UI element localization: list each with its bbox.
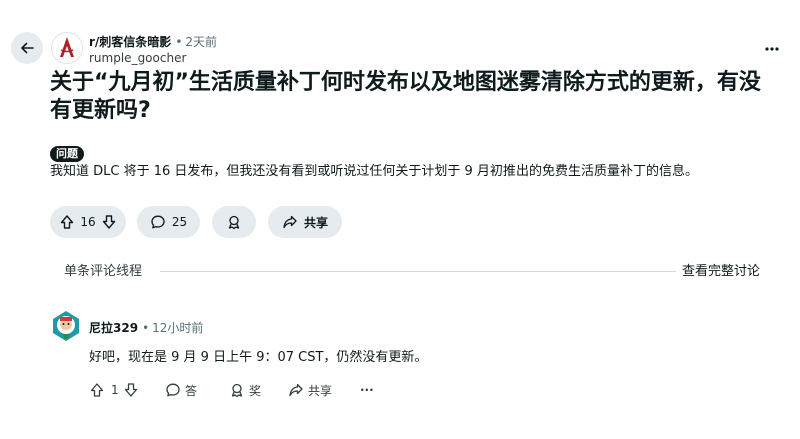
upvote-button[interactable] [56,214,78,230]
downvote-button[interactable] [98,214,120,230]
award-icon [231,383,243,398]
comment-upvote-button[interactable] [89,382,109,398]
downvote-icon [124,383,137,397]
comment-vote-count: 1 [111,383,119,397]
award-icon [228,215,240,230]
comment-avatar[interactable] [51,310,81,342]
subreddit-name[interactable]: r/刺客信条暗影 [89,35,171,49]
arrow-left-icon [21,42,34,54]
subreddit-avatar[interactable] [51,32,83,64]
comment-count: 25 [171,215,188,229]
assassin-emblem-icon [60,37,74,57]
view-full-discussion-link[interactable]: 查看完整讨论 [682,264,760,280]
comment-meta: 尼拉329 • 12小时前 [89,320,203,336]
comment-author[interactable]: 尼拉329 [89,321,138,335]
post-author[interactable]: rumple_goocher [89,50,186,66]
comment-bubble-icon [151,215,165,229]
vote-control: 16 [50,206,126,238]
award-label: 奖 [249,383,262,398]
more-dots-icon [765,47,779,51]
share-arrow-icon [289,383,303,397]
back-button[interactable] [11,32,43,64]
comments-button[interactable]: 25 [137,206,200,238]
thread-divider [160,271,676,272]
comment-downvote-button[interactable] [123,382,143,398]
reply-label: 答 [185,383,198,398]
upvote-icon [60,215,74,229]
avatar-character-icon [53,311,79,341]
comment-share-label: 共享 [308,383,333,398]
comment-text: 好吧，现在是 9 月 9 日上午 9：07 CST，仍然没有更新。 [89,350,428,365]
post-title: 关于“九月初”生活质量补丁何时发布以及地图迷雾清除方式的更新，有没有更新吗? [50,70,761,123]
upvote-icon [90,383,104,397]
post-meta: r/刺客信条暗影 • 2天前 [89,34,217,50]
comment-share-button[interactable]: 共享 [288,380,332,400]
meta-separator: • [175,35,183,49]
comment-reply-button[interactable]: 答 [165,380,197,400]
comment-award-button[interactable]: 奖 [229,380,261,400]
vote-count: 16 [80,215,96,229]
share-button[interactable]: 共享 [268,206,342,238]
comment-vote-control: 1 [89,380,143,400]
more-options-button[interactable] [757,36,787,62]
award-button[interactable] [212,206,256,238]
comment-bubble-icon [166,383,180,397]
comment-more-button[interactable]: ··· [360,380,374,400]
post-time: 2天前 [185,35,218,49]
meta-separator: • [142,321,150,335]
share-arrow-icon [283,215,297,229]
share-label: 共享 [303,215,328,230]
thread-label: 单条评论线程 [64,264,143,279]
comment-time: 12小时前 [152,321,204,335]
downvote-icon [102,215,116,229]
post-body: 我知道 DLC 将于 16 日发布，但我还没有看到或听说过任何关于计划于 9 月… [50,164,698,179]
post-flair[interactable]: 问题 [50,146,84,162]
more-dots-icon: ··· [360,383,374,397]
